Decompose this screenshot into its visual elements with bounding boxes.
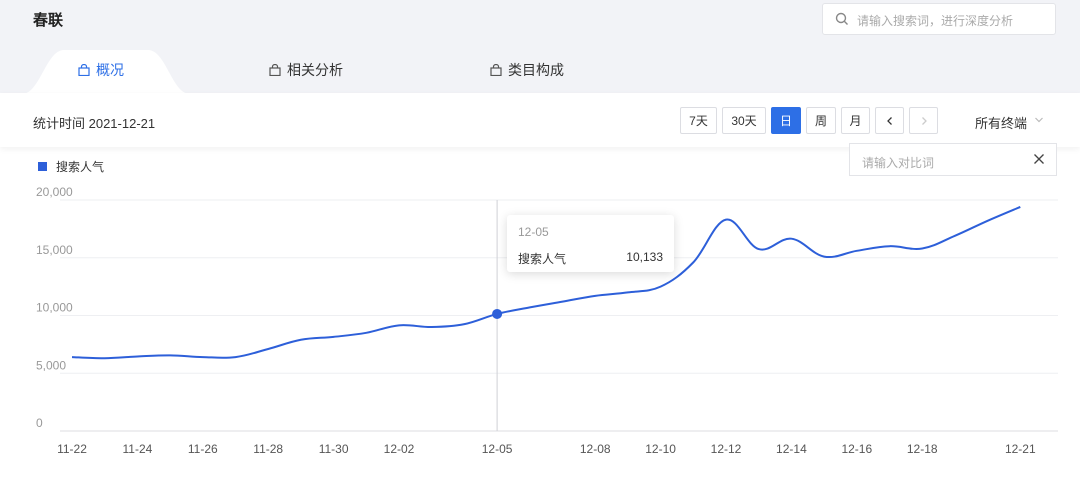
data-point-highlight — [492, 308, 503, 319]
x-tick-label: 11-22 — [57, 442, 87, 456]
y-tick-label: 5,000 — [36, 358, 66, 372]
y-tick-label: 20,000 — [36, 185, 73, 199]
x-tick-label: 12-18 — [907, 442, 938, 456]
tooltip-series-name: 搜索人气 — [518, 252, 567, 266]
y-tick-label: 10,000 — [36, 301, 73, 315]
x-tick-label: 12-16 — [841, 442, 872, 456]
x-tick-label: 11-26 — [188, 442, 218, 456]
tooltip-date: 12-05 — [518, 225, 549, 239]
x-tick-label: 12-08 — [580, 442, 611, 456]
x-tick-label: 11-28 — [253, 442, 283, 456]
x-tick-label: 12-02 — [384, 442, 415, 456]
y-tick-label: 0 — [36, 416, 43, 430]
x-tick-label: 11-30 — [319, 442, 349, 456]
x-tick-label: 12-12 — [711, 442, 742, 456]
x-tick-label: 12-05 — [482, 442, 513, 456]
y-tick-label: 15,000 — [36, 243, 73, 257]
x-tick-label: 11-24 — [122, 442, 152, 456]
tooltip-value: 10,133 — [626, 250, 663, 264]
x-tick-label: 12-21 — [1005, 442, 1036, 456]
x-tick-label: 12-14 — [776, 442, 807, 456]
chart-tooltip: 12-05 搜索人气 10,133 — [507, 215, 674, 272]
x-tick-label: 12-10 — [645, 442, 676, 456]
